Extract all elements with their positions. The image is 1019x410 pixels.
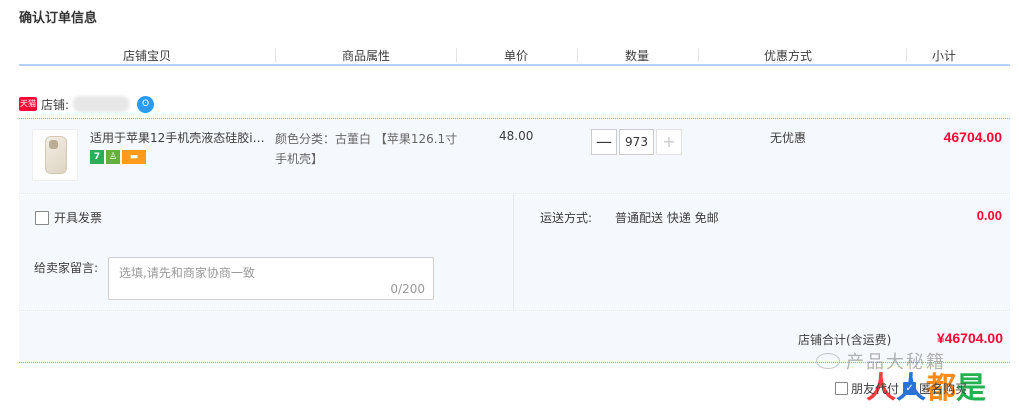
col-divider xyxy=(698,48,699,62)
col-discount: 优惠方式 xyxy=(764,49,813,63)
discount-method: 无优惠 xyxy=(770,131,807,145)
shop-name-redacted xyxy=(73,96,130,112)
wechat-chat-icon xyxy=(816,353,840,369)
shop-label: 店铺: xyxy=(41,97,70,112)
options-left-panel: 开具发票 给卖家留言: 选填,请先和商家协商一致 0/200 xyxy=(19,195,514,311)
wangwang-chat-icon[interactable]: ʘ xyxy=(137,95,155,113)
shipping-method: 普通配送 快递 免邮 xyxy=(615,211,719,225)
col-quantity: 数量 xyxy=(625,49,650,63)
tmall-badge-icon: 天猫 xyxy=(19,97,37,111)
message-label: 给卖家留言: xyxy=(34,261,99,275)
col-divider xyxy=(456,48,457,62)
shop-total-value: ¥46704.00 xyxy=(936,330,1003,346)
shop-row: 天猫 店铺: ʘ xyxy=(19,94,155,114)
product-title-link[interactable]: 适用于苹果12手机壳液态硅胶ip… xyxy=(90,129,270,146)
order-item-row: 适用于苹果12手机壳液态硅胶ip… 7 ♙ ▬ 颜色分类：古董白 【苹果126.… xyxy=(19,118,1010,194)
col-unit-price: 单价 xyxy=(504,49,529,63)
shipping-fee: 0.00 xyxy=(976,208,1002,223)
quantity-increase-button[interactable]: + xyxy=(656,129,682,155)
quantity-decrease-button[interactable]: — xyxy=(591,129,617,155)
invoice-checkbox[interactable] xyxy=(35,210,49,225)
invoice-option[interactable]: 开具发票 xyxy=(35,209,102,226)
col-subtotal: 小计 xyxy=(932,49,957,63)
credit-card-icon[interactable]: ▬ xyxy=(122,150,146,164)
column-header: 店铺宝贝 商品属性 单价 数量 优惠方式 小计 xyxy=(19,44,1010,66)
col-shop-item: 店铺宝贝 xyxy=(123,49,172,63)
seller-message-textarea[interactable]: 选填,请先和商家协商一致 0/200 xyxy=(108,257,434,300)
phone-case-image xyxy=(45,136,67,174)
friend-pay-checkbox[interactable] xyxy=(835,382,848,395)
message-placeholder: 选填,请先和商家协商一致 xyxy=(119,266,255,280)
col-attributes: 商品属性 xyxy=(342,49,391,63)
insurance-icon[interactable]: ♙ xyxy=(106,150,120,164)
invoice-label: 开具发票 xyxy=(54,211,103,225)
anonymous-label: 匿名购买 xyxy=(919,382,968,396)
product-attributes: 颜色分类：古董白 【苹果126.1寸手机壳】 xyxy=(275,132,458,166)
shipping-label: 运送方式: xyxy=(540,211,593,225)
anonymous-checkbox[interactable]: ✓ xyxy=(903,382,917,395)
seven-day-return-icon[interactable]: 7 xyxy=(90,150,104,164)
message-char-count: 0/200 xyxy=(390,282,425,296)
unit-price: 48.00 xyxy=(499,129,534,143)
quantity-stepper: — 973 + xyxy=(591,129,682,155)
order-options: 开具发票 给卖家留言: 选填,请先和商家协商一致 0/200 运送方式: 普通配… xyxy=(19,195,1010,311)
col-divider xyxy=(275,48,276,62)
col-divider xyxy=(906,48,907,62)
friend-pay-label: 朋友代付 xyxy=(851,382,900,396)
quantity-input[interactable]: 973 xyxy=(619,129,654,155)
product-thumbnail[interactable] xyxy=(32,129,78,181)
page-title: 确认订单信息 xyxy=(19,11,98,26)
col-divider xyxy=(577,48,578,62)
payment-options: 朋友代付 ✓ 匿名购买 xyxy=(835,380,967,397)
item-subtotal: 46704.00 xyxy=(943,129,1002,145)
service-icons: 7 ♙ ▬ xyxy=(90,150,146,164)
shop-total-label: 店铺合计(含运费) xyxy=(798,333,892,347)
camera-cutout xyxy=(49,140,58,149)
